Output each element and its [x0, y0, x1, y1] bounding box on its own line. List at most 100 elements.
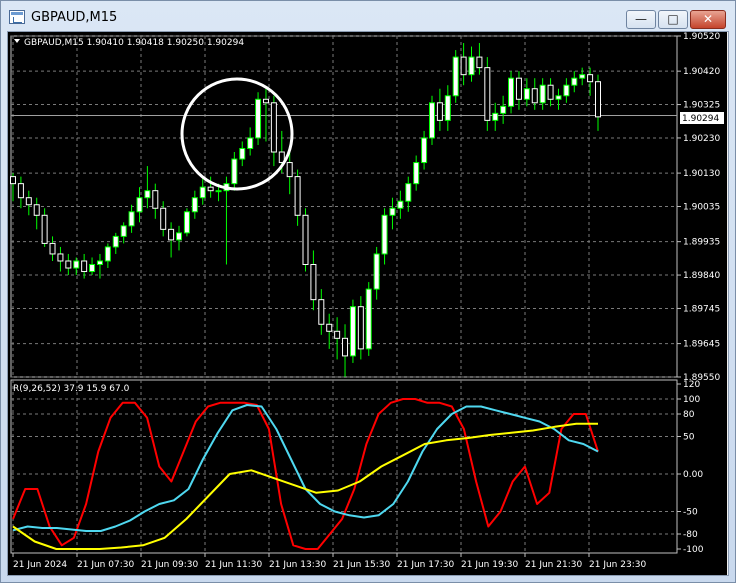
candle-body	[41, 214, 48, 244]
chart-area[interactable]: 1.90520 1.90420 1.90325 1.90230 1.90130 1.900…	[8, 32, 727, 575]
current-price-label: 1.90294	[682, 114, 719, 124]
candle-body	[381, 214, 388, 255]
candle-body	[152, 190, 159, 209]
candle-body	[33, 204, 40, 216]
close-button[interactable]: ✕	[690, 10, 726, 29]
indicator-tick-label: -50	[683, 508, 698, 518]
time-tick-label: 21 Jun 23:30	[589, 560, 646, 570]
candle-body	[436, 102, 443, 121]
candle-body	[136, 197, 143, 213]
candle-body	[89, 264, 96, 273]
candle-body	[183, 211, 190, 234]
minimize-button[interactable]: —	[626, 10, 656, 29]
time-tick-label: 21 Jun 11:30	[205, 560, 262, 570]
time-tick-label: 21 Jun 2024	[13, 560, 67, 570]
time-tick-label: 21 Jun 21:30	[525, 560, 582, 570]
candle-body	[389, 207, 396, 216]
candle-body	[104, 246, 111, 262]
candle-body	[373, 253, 380, 290]
candle-body	[65, 260, 72, 269]
candle-body	[334, 330, 341, 339]
candle-body	[595, 81, 601, 118]
indicator-tick-label: -80	[683, 530, 698, 540]
candle-body	[421, 137, 428, 164]
candle-body	[428, 102, 435, 139]
candle-body	[231, 158, 238, 185]
candle-body	[515, 77, 522, 100]
indicator-tick-label: 120	[683, 380, 700, 390]
candle-body	[120, 225, 127, 237]
candle-body	[112, 235, 119, 248]
candle-body	[176, 232, 183, 241]
price-tick-label: 1.90325	[683, 101, 720, 111]
candle-body	[96, 260, 103, 266]
chart-svg[interactable]: 1.90520 1.90420 1.90325 1.90230 1.90130 1.900…	[8, 32, 727, 575]
chart-info-label: GBPAUD,M15 1.90410 1.90418 1.90250 1.902…	[24, 38, 244, 48]
indicator-label: R(9,26,52) 37.9 15.9 67.0	[13, 384, 130, 394]
candle-body	[10, 176, 16, 185]
candle-body	[318, 299, 325, 325]
candle-body	[262, 98, 269, 104]
price-tick-label: 1.90035	[683, 203, 720, 213]
price-tick-label: 1.90420	[683, 67, 720, 77]
candle-body	[239, 147, 246, 160]
time-tick-label: 21 Jun 17:30	[397, 560, 454, 570]
candle-body	[405, 183, 412, 202]
candle-body	[444, 95, 451, 121]
price-tick-label: 1.90520	[683, 32, 720, 42]
candle-body	[247, 137, 254, 149]
candle-body	[191, 197, 198, 213]
candle-body	[270, 102, 277, 153]
candle-body	[326, 323, 333, 332]
candle-body	[476, 56, 483, 69]
title-bar[interactable]: GBPAUD,M15 — □ ✕	[1, 1, 735, 33]
candle-body	[563, 84, 570, 97]
candle-body	[349, 306, 356, 357]
candle-body	[452, 56, 459, 97]
chart-window-icon	[9, 10, 25, 24]
candle-body	[547, 84, 554, 100]
candle-body	[144, 190, 151, 199]
chart-menu-triangle-icon[interactable]	[14, 39, 20, 43]
candle-body	[207, 186, 214, 192]
candle-body	[357, 306, 364, 350]
price-tick-label: 1.89745	[683, 304, 720, 314]
time-tick-label: 21 Jun 09:30	[141, 560, 198, 570]
candle-body	[579, 74, 586, 79]
candle-body	[571, 77, 578, 86]
time-tick-label: 21 Jun 13:30	[269, 560, 326, 570]
candle-body	[397, 200, 404, 209]
candle-body	[342, 337, 349, 357]
candle-body	[587, 74, 594, 83]
candle-body	[468, 56, 475, 76]
maximize-button[interactable]: □	[658, 10, 688, 29]
candle-body	[73, 260, 80, 269]
candle-body	[460, 56, 467, 76]
candle-body	[294, 176, 301, 216]
time-tick-label: 21 Jun 15:30	[333, 560, 390, 570]
candle-body	[539, 84, 546, 104]
candles	[10, 43, 601, 377]
price-tick-label: 1.89935	[683, 238, 720, 248]
candle-body	[484, 67, 491, 121]
candle-body	[25, 197, 32, 206]
time-tick-label: 21 Jun 07:30	[77, 560, 134, 570]
candle-body	[17, 183, 24, 199]
candle-body	[365, 288, 372, 350]
candle-body	[492, 112, 499, 121]
price-tick-label: 1.89645	[683, 340, 720, 350]
candle-body	[168, 228, 175, 241]
candle-body	[81, 260, 88, 273]
candle-body	[160, 207, 167, 230]
candle-body	[555, 95, 562, 100]
candle-body	[310, 264, 317, 301]
price-tick-label: 1.90130	[683, 169, 720, 179]
candle-body	[128, 211, 135, 227]
indicator-tick-label: -100	[683, 545, 704, 555]
candle-body	[523, 88, 530, 100]
candle-body	[286, 162, 293, 178]
candle-body	[508, 77, 515, 107]
candle-body	[215, 190, 222, 193]
candle-body	[49, 242, 56, 255]
grid	[10, 35, 678, 554]
